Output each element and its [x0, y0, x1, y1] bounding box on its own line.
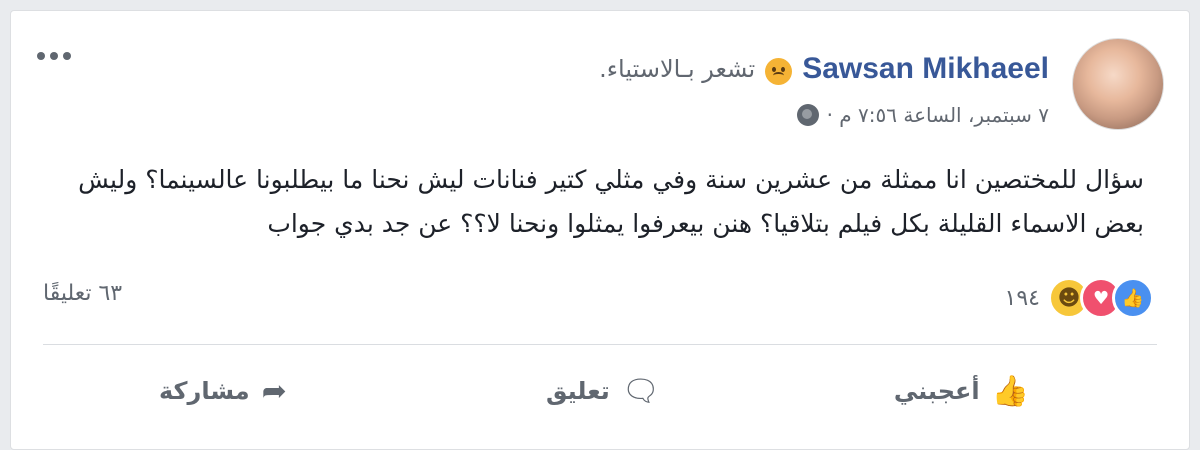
- like-reaction-icon: 👍: [1112, 277, 1154, 319]
- avatar[interactable]: [1072, 38, 1164, 130]
- reactions-count[interactable]: ١٩٤: [1005, 286, 1040, 311]
- post-text: سؤال للمختصين انا ممثلة من عشرين سنة وفي…: [78, 165, 1144, 238]
- like-label: أعجبني: [893, 377, 980, 405]
- comment-bubble-icon: 🗨: [621, 373, 660, 409]
- thumbs-up-icon: 👍: [991, 373, 1029, 409]
- post-date[interactable]: ٧ سبتمبر، الساعة ٧:٥٦ م ·: [827, 103, 1049, 127]
- more-dot: [63, 52, 71, 60]
- comments-count[interactable]: ٦٣ تعليقًا: [43, 281, 122, 311]
- share-button[interactable]: ➦ مشاركة: [159, 361, 287, 421]
- share-arrow-icon: ➦: [261, 373, 287, 409]
- comment-button[interactable]: 🗨 تعليق: [546, 361, 660, 421]
- feeling-text: تشعر بـالاستياء.: [599, 55, 756, 83]
- more-options-button[interactable]: [37, 49, 77, 63]
- post-card: Sawsan Mikhaeel تشعر بـالاستياء. ٧ سبتمب…: [10, 10, 1190, 450]
- globe-icon[interactable]: [796, 104, 819, 126]
- action-bar: 👍 أعجبني 🗨 تعليق ➦ مشاركة: [11, 361, 1189, 421]
- divider: [43, 344, 1157, 345]
- share-label: مشاركة: [159, 377, 250, 405]
- post-header: Sawsan Mikhaeel تشعر بـالاستياء.: [599, 49, 1049, 89]
- more-dot: [50, 52, 58, 60]
- more-dot: [37, 52, 45, 60]
- author-name[interactable]: Sawsan Mikhaeel: [802, 52, 1049, 86]
- comment-label: تعليق: [546, 377, 610, 405]
- annoyed-face-icon: [765, 57, 793, 85]
- post-meta: ٧ سبتمبر، الساعة ٧:٥٦ م ·: [796, 101, 1049, 129]
- reactions-summary[interactable]: 👍 ♥ ☻ ١٩٤: [1005, 276, 1154, 320]
- like-button[interactable]: 👍 أعجبني: [894, 361, 1029, 421]
